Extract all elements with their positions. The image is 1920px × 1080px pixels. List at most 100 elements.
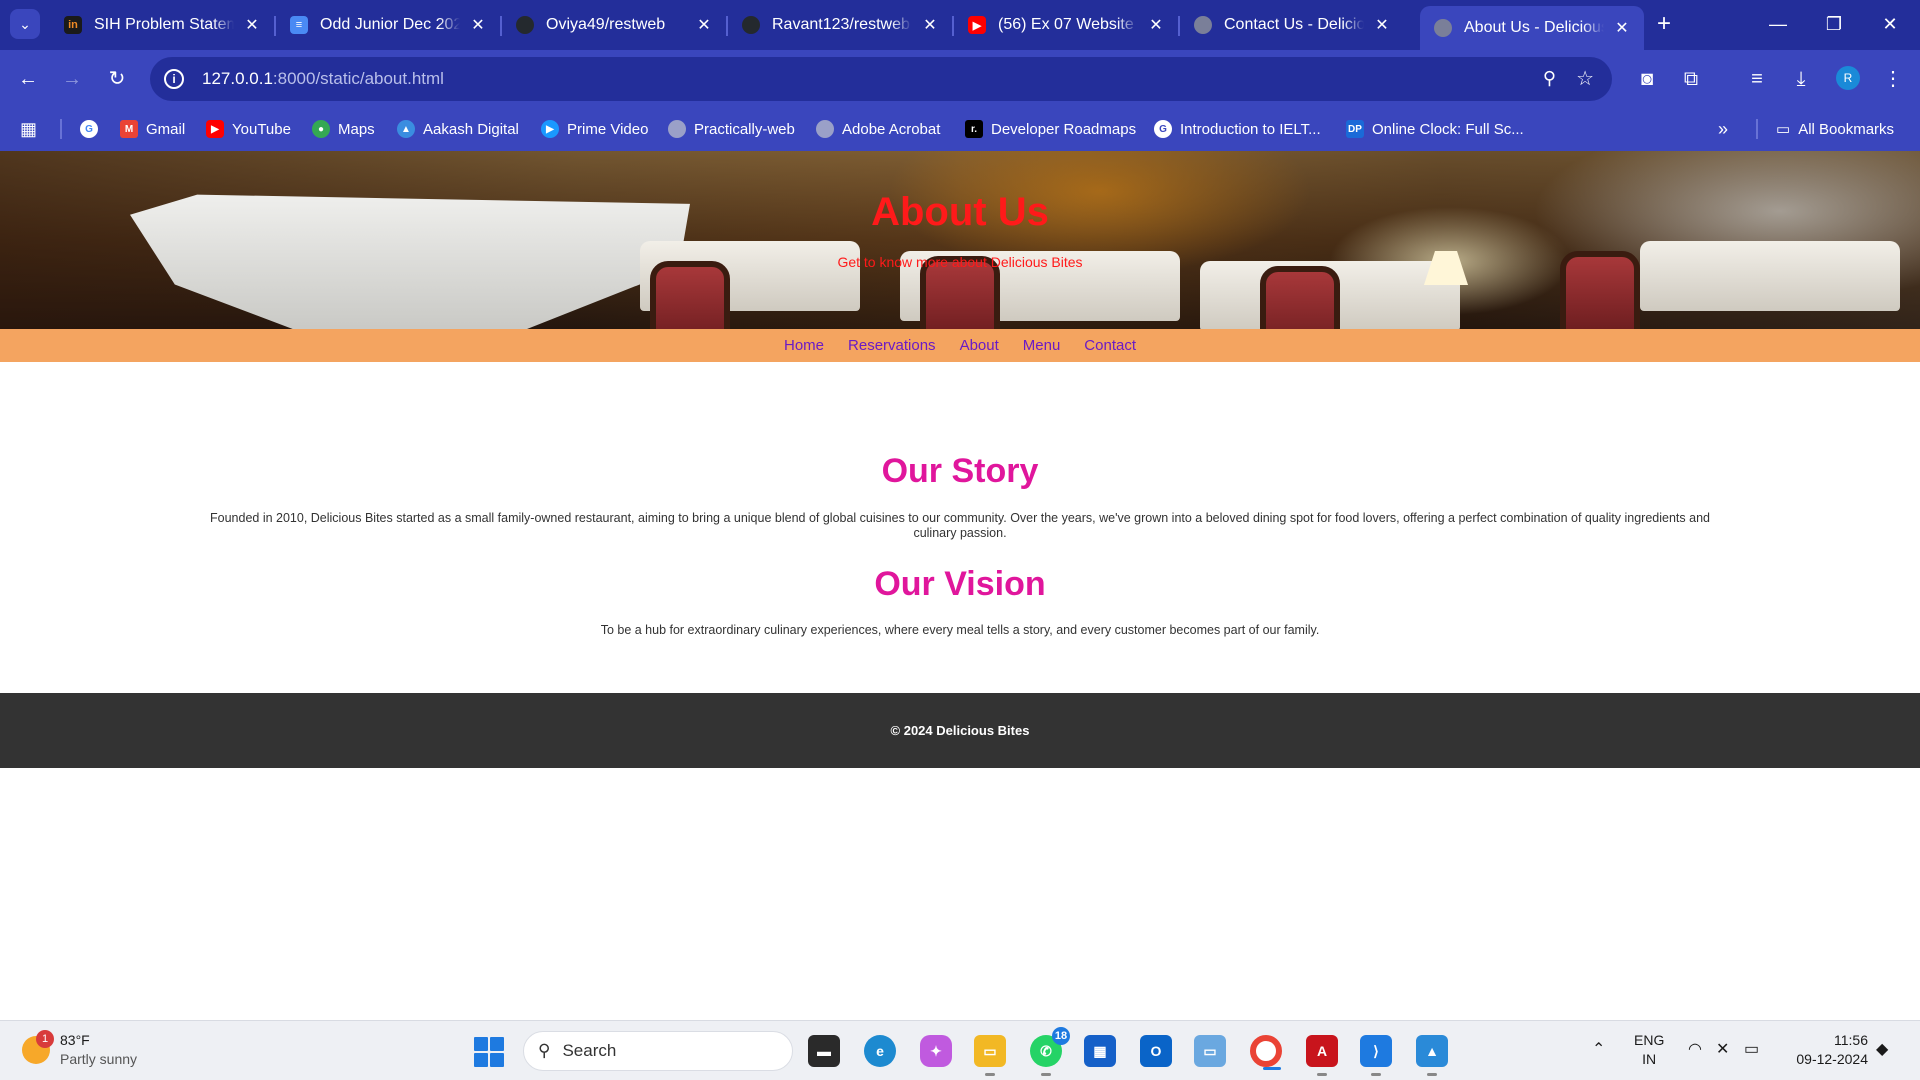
speaker-muted-icon[interactable]: ✕ [1716,1039,1729,1059]
vscode-icon[interactable]: ⟩ [1360,1035,1392,1076]
close-window-button[interactable]: ✕ [1870,8,1910,40]
ielts-icon: G [1154,120,1172,138]
google-bookmark[interactable]: G [80,117,106,141]
aakash-icon: ▲ [397,120,415,138]
forward-button[interactable]: → [57,64,87,94]
all-bookmarks-button[interactable]: ▭ All Bookmarks [1776,117,1894,141]
address-bar[interactable]: i 127.0.0.1:8000/static/about.html ⚲ ☆ [150,57,1612,101]
battery-icon[interactable]: ▭ [1744,1039,1759,1059]
vision-heading: Our Vision [874,565,1046,603]
tab-title: Odd Junior Dec 2024 [320,16,460,33]
close-icon[interactable]: ✕ [694,15,714,35]
wifi-icon[interactable]: ◠ [1688,1039,1702,1059]
tab-strip: ⌄ in SIH Problem Statement ✕ ≡ Odd Junio… [0,0,1920,50]
reload-button[interactable]: ↻ [102,64,132,94]
hero-title: About Us [871,190,1049,234]
bookmark-ielts[interactable]: G Introduction to IELT... [1154,117,1321,141]
arrow-right-icon: → [62,68,82,90]
google-icon: G [80,120,98,138]
close-icon[interactable]: ✕ [1372,15,1392,35]
weather-widget[interactable]: 1 83°F Partly sunny [22,1030,138,1069]
github-icon [742,16,760,34]
file-explorer-icon[interactable]: ▭ [974,1035,1006,1076]
language-indicator[interactable]: ENG IN [1634,1031,1664,1069]
acrobat-icon[interactable]: A [1306,1035,1338,1076]
search-icon: ⚲ [538,1041,551,1060]
site-footer: © 2024 Delicious Bites [0,693,1920,768]
nav-home[interactable]: Home [784,337,824,354]
store-icon[interactable]: ▦ [1084,1035,1116,1067]
close-icon[interactable]: ✕ [1612,18,1632,38]
notification-bell-icon[interactable]: ◆ [1876,1039,1888,1059]
nav-reservations[interactable]: Reservations [848,337,936,354]
tab-title: SIH Problem Statement [94,16,234,33]
bookmark-adobe-acrobat[interactable]: Adobe Acrobat [816,117,940,141]
profile-avatar[interactable]: R [1836,66,1860,90]
clock[interactable]: 11:56 09-12-2024 [1784,1031,1868,1069]
reload-icon: ↻ [108,68,126,90]
tab-oviya-restweb[interactable]: Oviya49/restweb ✕ [502,6,728,44]
maps-icon: ● [312,120,330,138]
bookmark-online-clock[interactable]: DP Online Clock: Full Sc... [1346,117,1524,141]
chevron-up-icon[interactable]: ⌃ [1592,1039,1605,1059]
nav-contact[interactable]: Contact [1084,337,1136,354]
bookmarks-overflow-button[interactable]: » [1718,117,1728,141]
start-button[interactable] [474,1037,504,1067]
tab-ravant-restweb[interactable]: Ravant123/restweb ✕ [728,6,954,44]
media-control-icon[interactable]: ≡ [1742,64,1772,94]
extensions-icon[interactable]: ⧉ [1676,64,1706,94]
close-icon[interactable]: ✕ [920,15,940,35]
tab-contact-us[interactable]: Contact Us - Delicious ✕ [1180,6,1404,44]
tab-youtube-video[interactable]: ▶ (56) Ex 07 Website fo ✕ [954,6,1180,44]
close-icon[interactable]: ✕ [242,15,262,35]
clock-icon: DP [1346,120,1364,138]
app-icon[interactable]: ▭ [1194,1035,1226,1067]
download-icon[interactable]: ⤓ [1786,64,1816,94]
bookmark-youtube[interactable]: ▶ YouTube [206,117,291,141]
globe-icon [668,120,686,138]
search-placeholder: Search [562,1041,617,1060]
photos-icon[interactable]: ▲ [1416,1035,1448,1076]
youtube-icon: ▶ [206,120,224,138]
bookmark-prime-video[interactable]: ▶ Prime Video [541,117,648,141]
new-tab-button[interactable]: + [1650,10,1678,38]
whatsapp-icon[interactable]: ✆ 18 [1030,1027,1070,1076]
copilot-icon[interactable]: ✦ [920,1035,952,1067]
zoom-icon[interactable]: ⚲ [1543,68,1556,89]
tab-odd-junior[interactable]: ≡ Odd Junior Dec 2024 ✕ [276,6,502,44]
bookmark-maps[interactable]: ● Maps [312,117,375,141]
hero-banner: About Us Get to know more about Deliciou… [0,151,1920,329]
minimize-button[interactable]: — [1758,8,1798,40]
site-info-icon[interactable]: i [164,69,184,89]
gmail-icon: M [120,120,138,138]
nav-menu[interactable]: Menu [1023,337,1061,354]
url-text[interactable]: 127.0.0.1:8000/static/about.html [202,69,444,89]
chrome-icon[interactable] [1250,1035,1282,1070]
weather-desc: Partly sunny [60,1051,138,1067]
restore-button[interactable]: ❐ [1814,8,1854,40]
tab-about-us[interactable]: About Us - Delicious ✕ [1420,6,1644,50]
tab-search-button[interactable]: ⌄ [10,9,40,39]
menu-kebab-icon[interactable]: ⋮ [1878,64,1908,94]
bookmark-star-icon[interactable]: ☆ [1576,66,1594,91]
apps-icon[interactable]: ▦ [20,117,37,141]
nav-about[interactable]: About [960,337,999,354]
bookmark-aakash[interactable]: ▲ Aakash Digital [397,117,519,141]
taskbar-search[interactable]: ⚲ Search [523,1031,793,1071]
edge-icon[interactable]: e [864,1035,896,1067]
close-icon[interactable]: ✕ [468,15,488,35]
outlook-icon[interactable]: O [1140,1035,1172,1067]
bookmark-practically[interactable]: Practically-web [668,117,795,141]
tab-sih[interactable]: in SIH Problem Statement ✕ [50,6,276,44]
bookmark-developer-roadmaps[interactable]: r. Developer Roadmaps [965,117,1136,141]
story-text: Founded in 2010, Delicious Bites started… [210,511,1710,540]
incognito-extension-icon[interactable]: ◙ [1632,64,1662,94]
globe-icon [1194,16,1212,34]
github-icon [516,16,534,34]
bookmark-gmail[interactable]: M Gmail [120,117,185,141]
close-icon[interactable]: ✕ [1146,15,1166,35]
whatsapp-badge: 18 [1052,1027,1070,1045]
task-view-icon[interactable]: ▬ [808,1035,840,1067]
back-button[interactable]: ← [13,64,43,94]
roadmap-icon: r. [965,120,983,138]
